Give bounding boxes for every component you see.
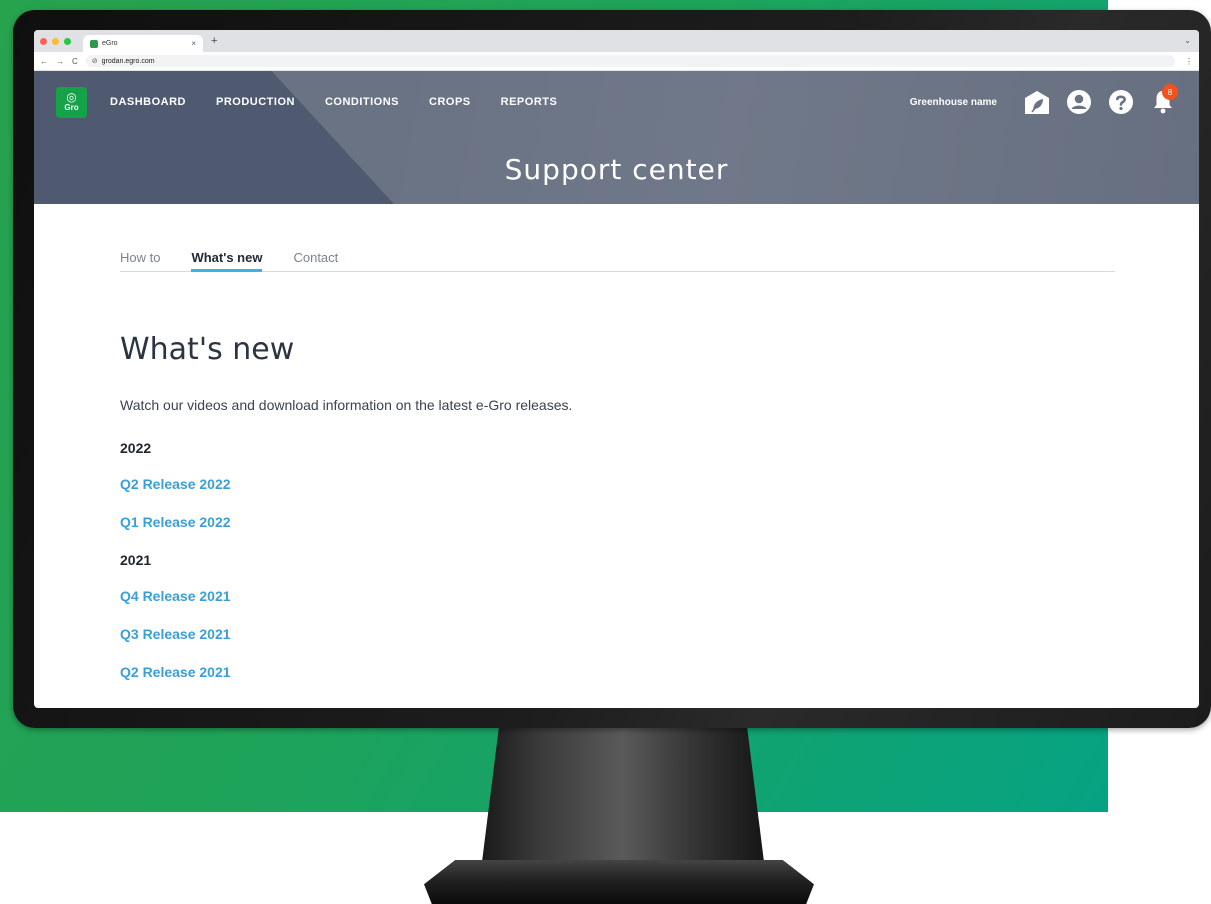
- notification-count-badge: 8: [1162, 84, 1178, 100]
- nav-crops[interactable]: CROPS: [429, 96, 471, 108]
- window-controls: [40, 37, 71, 45]
- minimize-window-button[interactable]: [52, 37, 59, 45]
- release-link[interactable]: Q3 Release 2021: [120, 626, 1115, 642]
- release-link[interactable]: Q4 Release 2021: [120, 588, 1115, 604]
- release-link[interactable]: Q1 Release 2022: [120, 514, 1115, 530]
- year-heading: 2021: [120, 552, 152, 568]
- maximize-window-button[interactable]: [64, 37, 71, 45]
- greenhouse-icon[interactable]: [1023, 88, 1051, 116]
- logo-mark-icon: ◎: [66, 90, 77, 104]
- tab-how-to[interactable]: How to: [120, 240, 160, 271]
- support-tabs: How to What's new Contact: [120, 240, 1115, 272]
- section-heading: What's new: [120, 332, 295, 367]
- monitor-stand-base: [424, 860, 814, 904]
- nav-production[interactable]: PRODUCTION: [216, 96, 295, 108]
- header-actions: Greenhouse name 8: [910, 84, 1178, 116]
- year-heading: 2022: [120, 440, 152, 456]
- browser-tab-strip: eGro × + ⌄: [34, 30, 1199, 52]
- support-content: How to What's new Contact What's new Wat…: [34, 240, 1199, 680]
- monitor-stand-neck: [482, 727, 764, 862]
- help-icon[interactable]: [1107, 88, 1135, 116]
- reload-button[interactable]: C: [72, 57, 78, 66]
- browser-address-bar: ← → C ⊘ grodan.egro.com ⋮: [34, 52, 1199, 71]
- forward-button[interactable]: →: [56, 57, 64, 66]
- nav-reports[interactable]: REPORTS: [501, 96, 558, 108]
- release-link[interactable]: Q2 Release 2021: [120, 664, 1115, 680]
- notifications-bell-icon[interactable]: 8: [1149, 84, 1178, 116]
- app-header: ◎ Gro DASHBOARD PRODUCTION CONDITIONS CR…: [34, 71, 1199, 204]
- release-link[interactable]: Q2 Release 2022: [120, 476, 1115, 492]
- browser-tab[interactable]: eGro ×: [83, 35, 203, 52]
- favicon-icon: [90, 39, 98, 48]
- logo-text: Gro: [64, 103, 79, 112]
- browser-tab-title: eGro: [102, 40, 118, 47]
- release-group-2021: 2021 Q4 Release 2021 Q3 Release 2021 Q2 …: [120, 552, 1115, 680]
- close-window-button[interactable]: [40, 37, 47, 45]
- tab-whats-new[interactable]: What's new: [191, 240, 263, 272]
- monitor-screen: eGro × + ⌄ ← → C ⊘ grodan.egro.com ⋮ ◎ G…: [34, 30, 1199, 708]
- release-group-2022: 2022 Q2 Release 2022 Q1 Release 2022: [120, 440, 1115, 530]
- site-info-icon[interactable]: ⊘: [92, 57, 98, 65]
- close-tab-icon[interactable]: ×: [191, 39, 196, 48]
- user-account-icon[interactable]: [1065, 88, 1093, 116]
- back-button[interactable]: ←: [40, 57, 48, 66]
- egro-logo[interactable]: ◎ Gro: [56, 86, 87, 118]
- intro-text: Watch our videos and download informatio…: [120, 397, 573, 413]
- page-title: Support center: [504, 153, 729, 186]
- url-text: grodan.egro.com: [101, 57, 155, 65]
- browser-menu-icon[interactable]: ⋮: [1185, 57, 1193, 66]
- nav-dashboard[interactable]: DASHBOARD: [110, 96, 186, 108]
- tab-contact[interactable]: Contact: [293, 240, 338, 271]
- tab-search-chevron-icon[interactable]: ⌄: [1184, 36, 1191, 45]
- top-navigation: ◎ Gro DASHBOARD PRODUCTION CONDITIONS CR…: [56, 84, 1178, 118]
- url-input[interactable]: ⊘ grodan.egro.com: [85, 55, 1175, 67]
- new-tab-button[interactable]: +: [211, 35, 217, 47]
- greenhouse-name[interactable]: Greenhouse name: [910, 97, 997, 108]
- nav-conditions[interactable]: CONDITIONS: [325, 96, 399, 108]
